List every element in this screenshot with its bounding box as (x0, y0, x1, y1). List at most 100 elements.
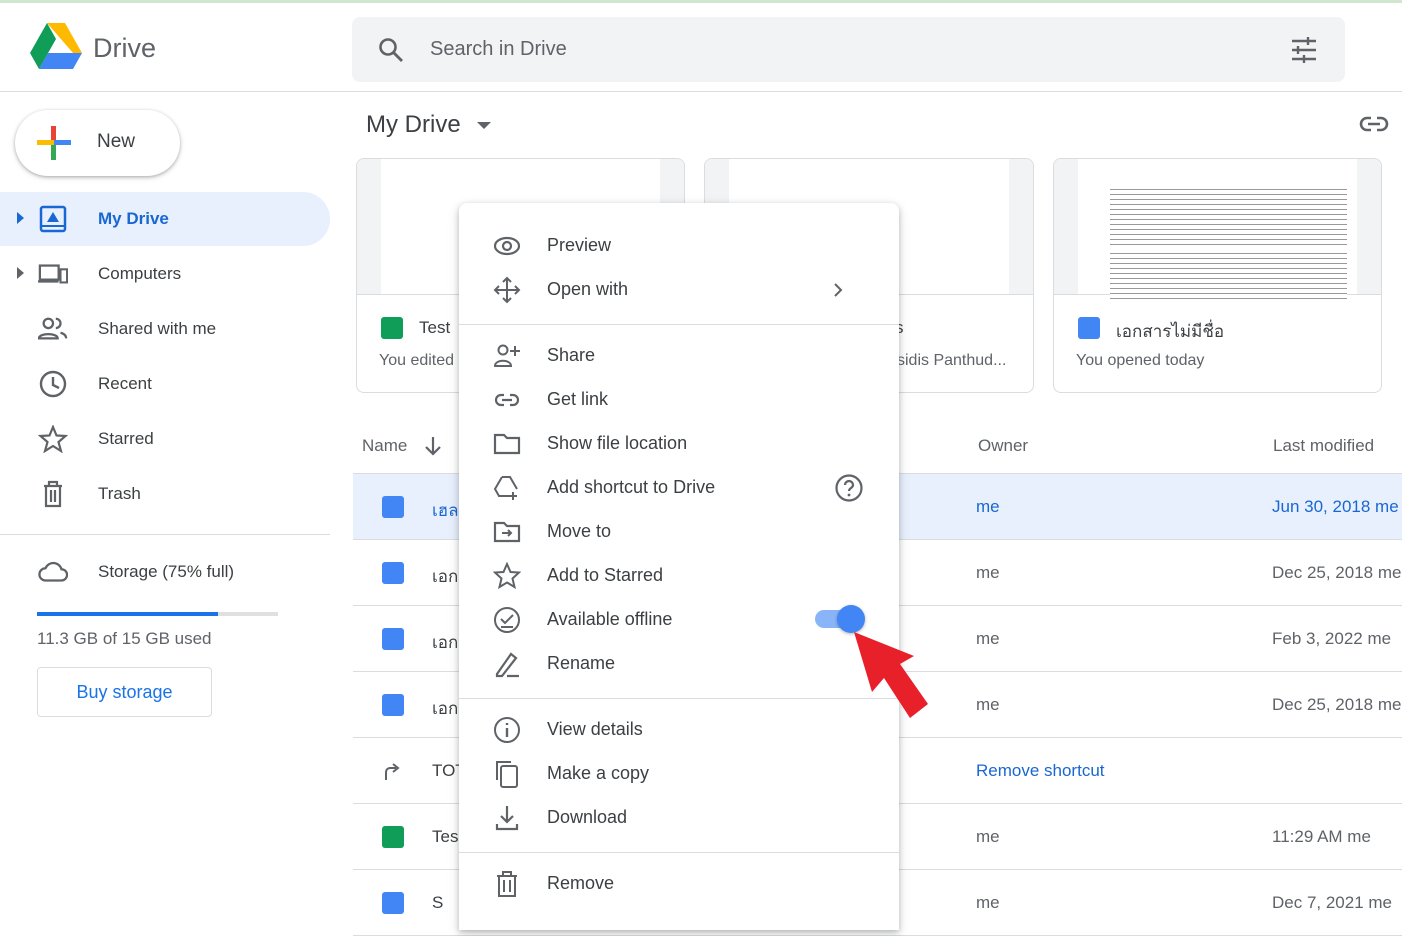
menu-divider (459, 852, 899, 853)
menu-item-move-to[interactable]: Move to (459, 510, 899, 554)
download-icon (495, 806, 519, 831)
sidebar-divider (0, 534, 330, 535)
menu-item-rename[interactable]: Rename (459, 642, 899, 686)
folder-icon (493, 433, 521, 455)
chevron-right-icon (834, 283, 843, 297)
plus-icon (37, 126, 71, 160)
drive-logo-icon (30, 23, 82, 69)
copy-icon (496, 761, 518, 788)
offline-check-icon (494, 607, 520, 633)
file-owner: me (976, 893, 1000, 912)
menu-item-label: Share (547, 345, 596, 365)
sidebar-item-storage[interactable]: Storage (75% full) (0, 545, 330, 599)
file-last-modified: 11:29 AM me (1272, 827, 1371, 846)
menu-item-label: Add shortcut to Drive (547, 477, 716, 497)
column-header-last-modified[interactable]: Last modified (1273, 436, 1374, 456)
sidebar-item-starred[interactable]: Starred (0, 412, 330, 466)
buy-storage-button[interactable]: Buy storage (37, 667, 212, 717)
computer-icon (38, 264, 68, 284)
search-icon[interactable] (378, 37, 404, 63)
menu-item-open-with[interactable]: Open with (459, 268, 899, 312)
menu-item-label: Move to (547, 521, 612, 541)
menu-item-add-shortcut-to-drive[interactable]: Add shortcut to Drive (459, 466, 899, 510)
file-last-modified: Dec 25, 2018 me (1272, 695, 1402, 714)
menu-item-available-offline[interactable]: Available offline (459, 598, 899, 642)
menu-item-label: Download (547, 807, 628, 827)
remove-shortcut-link[interactable]: Remove shortcut (976, 761, 1105, 781)
storage-label: Storage (75% full) (98, 562, 235, 581)
clock-icon (39, 370, 67, 398)
file-name[interactable]: เอก (432, 629, 458, 656)
star-icon (38, 425, 68, 453)
sidebar-item-computers[interactable]: Computers (0, 247, 330, 301)
menu-item-show-file-location[interactable]: Show file location (459, 422, 899, 466)
menu-item-label: Preview (547, 235, 612, 255)
trash-icon (44, 480, 62, 508)
menu-item-download[interactable]: Download (459, 796, 899, 840)
file-name[interactable]: S (432, 893, 443, 913)
help-icon[interactable] (834, 473, 864, 503)
person-add-icon (493, 344, 520, 367)
drive-shortcut-icon (493, 476, 518, 500)
shortcut-icon (385, 763, 400, 780)
new-label: New (97, 131, 136, 152)
chevron-down-icon[interactable] (477, 122, 491, 129)
file-name[interactable]: เอก (432, 563, 458, 590)
docs-icon (382, 628, 404, 650)
menu-item-make-a-copy[interactable]: Make a copy (459, 752, 899, 796)
menu-item-get-link[interactable]: Get link (459, 378, 899, 422)
menu-item-label: Available offline (547, 609, 673, 629)
sidebar-item-label: My Drive (98, 209, 169, 228)
sidebar-item-recent[interactable]: Recent (0, 357, 330, 411)
new-button[interactable]: New (15, 110, 180, 176)
offline-toggle[interactable] (815, 605, 865, 633)
column-header-name[interactable]: Name (362, 436, 407, 456)
move-arrows-icon (493, 276, 521, 304)
folder-move-icon (493, 521, 521, 543)
menu-item-label: Open with (547, 279, 629, 299)
suggested-card[interactable]: เอกสารไม่มีชื่อ You opened today (1053, 158, 1382, 393)
file-name[interactable]: เอก (432, 695, 458, 722)
sidebar-item-label: Starred (98, 429, 154, 448)
sidebar-item-trash[interactable]: Trash (0, 467, 330, 521)
expand-caret-icon[interactable] (17, 212, 24, 224)
file-owner: me (976, 629, 1000, 648)
arrow-down-icon[interactable] (424, 436, 442, 456)
card-subtitle: sidis Panthud... (897, 352, 1007, 369)
eye-icon (493, 236, 521, 256)
sidebar-item-shared-with-me[interactable]: Shared with me (0, 302, 330, 356)
sidebar-item-label: Trash (98, 484, 141, 503)
file-last-modified: Jun 30, 2018 me (1272, 497, 1399, 516)
context-menu: Preview Open with Share Get link Show file l… (459, 203, 899, 930)
file-owner: me (976, 497, 1000, 516)
sidebar-item-label: Recent (98, 374, 152, 393)
search-bar[interactable]: Search in Drive (352, 17, 1345, 82)
storage-progress-bar (37, 612, 278, 616)
search-options-icon[interactable] (1290, 37, 1318, 63)
card-subtitle: You opened today (1076, 352, 1205, 369)
menu-item-add-to-starred[interactable]: Add to Starred (459, 554, 899, 598)
app-name: Drive (93, 33, 157, 63)
menu-item-remove[interactable]: Remove (459, 862, 899, 906)
sidebar-item-my-drive[interactable]: My Drive (0, 192, 330, 246)
expand-caret-icon[interactable] (17, 267, 24, 279)
card-subtitle: You edited (379, 352, 455, 369)
file-owner: me (976, 695, 1000, 714)
menu-item-share[interactable]: Share (459, 334, 899, 378)
docs-icon (382, 694, 404, 716)
cloud-icon (38, 561, 68, 582)
menu-item-preview[interactable]: Preview (459, 224, 899, 268)
file-name[interactable]: Tes (432, 827, 458, 847)
page-title[interactable]: My Drive (366, 111, 461, 139)
search-input[interactable]: Search in Drive (430, 38, 567, 61)
menu-item-view-details[interactable]: View details (459, 708, 899, 752)
star-icon (493, 562, 521, 590)
file-last-modified: Dec 25, 2018 me (1272, 563, 1402, 582)
docs-icon (382, 892, 404, 914)
link-icon[interactable] (1359, 115, 1389, 133)
file-last-modified: Feb 3, 2022 me (1272, 629, 1392, 648)
menu-item-label: Rename (547, 653, 616, 673)
file-name[interactable]: เฮล (432, 497, 459, 524)
people-icon (38, 317, 68, 340)
menu-item-label: Remove (547, 873, 615, 893)
